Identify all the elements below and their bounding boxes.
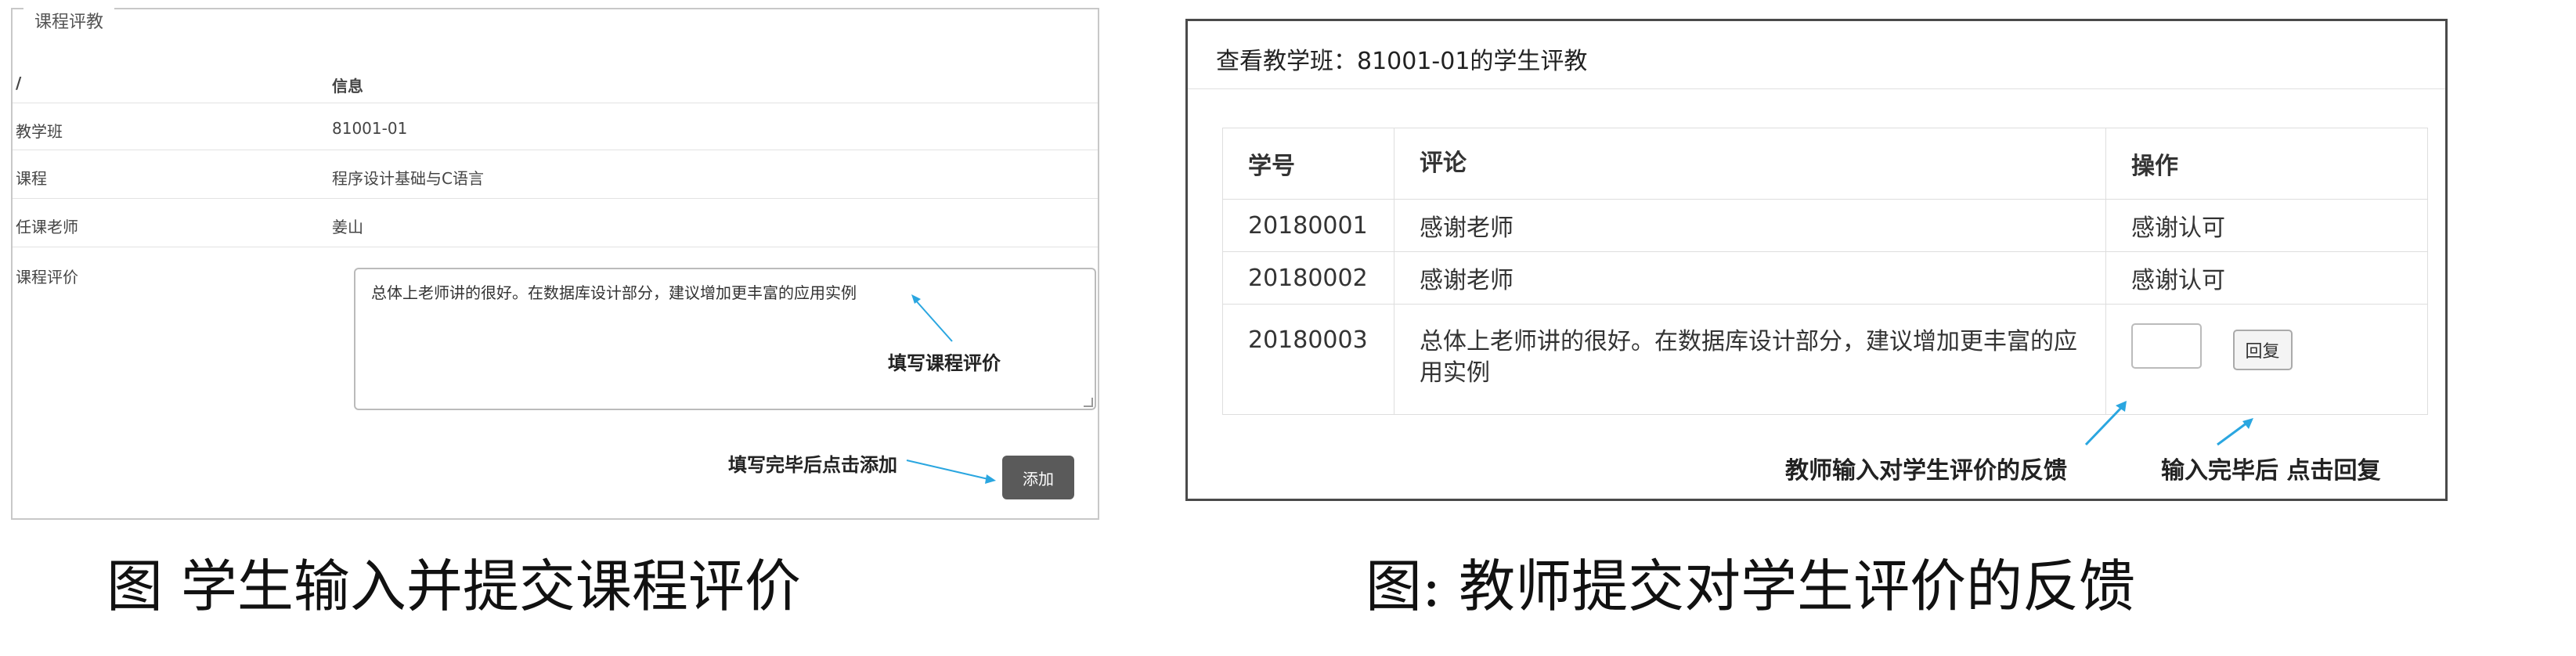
panel-title: 课程评教 xyxy=(23,8,115,33)
table-header-row: 学号 评论 操作 xyxy=(1222,128,2428,200)
row-value: 程序设计基础与C语言 xyxy=(332,169,484,188)
action-cell: 回复 xyxy=(2105,304,2428,415)
arrowhead-icon xyxy=(985,474,996,484)
eval-label: 课程评价 xyxy=(16,268,78,287)
row-label: 课程 xyxy=(16,169,47,188)
reply-input[interactable] xyxy=(2131,323,2202,369)
comment-cell: 感谢老师 xyxy=(1394,199,2106,252)
teacher-feedback-panel: 查看教学班：81001-01的学生评教 学号 评论 操作 20180001 感谢… xyxy=(1185,19,2448,501)
table-row: 20180003 总体上老师讲的很好。在数据库设计部分，建议增加更丰富的应用实例… xyxy=(1222,304,2428,415)
figure-caption-right: 图: 教师提交对学生评价的反馈 xyxy=(1366,553,2136,619)
annotation-fill-evaluation: 填写课程评价 xyxy=(888,351,1001,374)
comment-cell: 感谢老师 xyxy=(1394,251,2106,305)
annotation-click-reply: 输入完毕后 点击回复 xyxy=(2161,457,2381,485)
evaluation-textarea[interactable]: 总体上老师讲的很好。在数据库设计部分，建议增加更丰富的应用实例 xyxy=(354,268,1096,410)
figure-caption-left: 图 学生输入并提交课程评价 xyxy=(106,553,801,619)
evaluation-table: 学号 评论 操作 20180001 感谢老师 感谢认可 20180002 感谢老… xyxy=(1222,128,2428,415)
row-value: 81001-01 xyxy=(332,119,408,138)
student-id-cell: 20180002 xyxy=(1222,251,1394,305)
annotation-click-add: 填写完毕后点击添加 xyxy=(728,453,897,476)
panel-title: 查看教学班：81001-01的学生评教 xyxy=(1216,48,1588,75)
row-value: 姜山 xyxy=(332,218,363,236)
comment-cell: 总体上老师讲的很好。在数据库设计部分，建议增加更丰富的应用实例 xyxy=(1394,304,2106,415)
divider xyxy=(1188,88,2445,89)
resize-handle-icon[interactable] xyxy=(1084,398,1093,407)
column-header: 评论 xyxy=(1394,128,2106,200)
annotation-teacher-feedback: 教师输入对学生评价的反馈 xyxy=(1785,457,2067,485)
table-row: 20180002 感谢老师 感谢认可 xyxy=(1222,251,2428,305)
reply-button[interactable]: 回复 xyxy=(2232,330,2293,370)
course-evaluation-panel: 课程评教 / 信息 教学班 81001-01 课程 程序设计基础与C语言 任课老… xyxy=(11,8,1099,520)
table-row: 20180001 感谢老师 感谢认可 xyxy=(1222,199,2428,252)
table-row: 任课老师 姜山 xyxy=(13,199,1098,247)
header-col1: / xyxy=(16,74,22,92)
row-label: 任课老师 xyxy=(16,218,78,236)
table-row: 课程 程序设计基础与C语言 xyxy=(13,150,1098,199)
add-button[interactable]: 添加 xyxy=(1002,456,1074,499)
column-header: 学号 xyxy=(1222,128,1394,200)
column-header: 操作 xyxy=(2105,128,2428,200)
action-cell: 感谢认可 xyxy=(2105,251,2428,305)
action-cell: 感谢认可 xyxy=(2105,199,2428,252)
row-label: 教学班 xyxy=(16,122,63,141)
header-col2: 信息 xyxy=(332,77,363,96)
arrow-to-add-button xyxy=(906,460,989,480)
student-id-cell: 20180001 xyxy=(1222,199,1394,252)
student-id-cell: 20180003 xyxy=(1222,304,1394,415)
table-header-row: / 信息 xyxy=(13,56,1098,103)
table-row: 教学班 81001-01 xyxy=(13,103,1098,150)
evaluation-text: 总体上老师讲的很好。在数据库设计部分，建议增加更丰富的应用实例 xyxy=(371,283,857,302)
